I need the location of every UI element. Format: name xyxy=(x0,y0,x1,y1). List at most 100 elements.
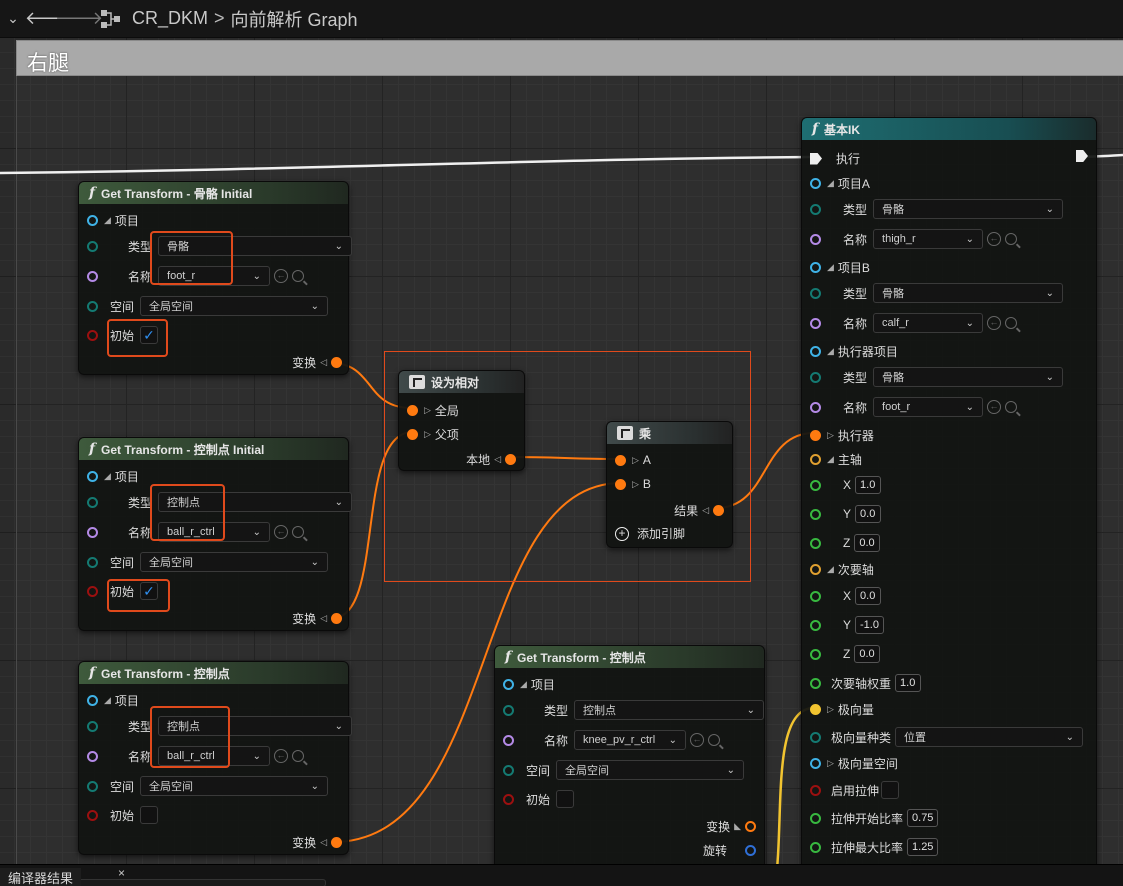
x-pin[interactable] xyxy=(810,590,821,602)
struct-pin[interactable] xyxy=(810,262,821,273)
primary-axis-pin[interactable] xyxy=(810,454,821,465)
stretch-pin[interactable] xyxy=(810,784,821,796)
pole-vector-pin[interactable] xyxy=(810,704,821,715)
node-header[interactable]: f 基本IK xyxy=(802,118,1096,140)
use-selected-icon[interactable]: ← xyxy=(987,232,1002,246)
get-transform-control-initial-node[interactable]: f Get Transform - 控制点 Initial ◢ 项目 类型 控制点 ⌄ … xyxy=(78,437,353,631)
stretch-start-field[interactable]: 0.75 xyxy=(907,809,939,827)
name-pin[interactable] xyxy=(87,526,98,538)
initial-checkbox[interactable]: ✓ xyxy=(140,326,159,344)
stretch-checkbox[interactable] xyxy=(881,781,900,799)
browse-icon[interactable] xyxy=(292,526,305,538)
parent-pin[interactable] xyxy=(407,429,418,440)
space-pin[interactable] xyxy=(87,780,98,792)
use-selected-icon[interactable]: ← xyxy=(274,525,289,539)
type-dropdown[interactable]: 控制点 ⌄ xyxy=(158,492,353,512)
browse-icon[interactable] xyxy=(292,270,305,282)
node-header[interactable]: f Get Transform - 控制点 Initial xyxy=(79,438,348,460)
struct-pin[interactable] xyxy=(503,679,514,690)
use-selected-icon[interactable]: ← xyxy=(690,733,705,747)
name-pin[interactable] xyxy=(87,750,98,762)
type-dropdown[interactable]: 骨骼 ⌄ xyxy=(158,236,353,256)
expand-icon[interactable]: ◢ xyxy=(827,178,834,189)
node-header[interactable]: 乘 xyxy=(607,422,732,444)
secondary-weight-field[interactable]: 1.0 xyxy=(895,674,922,692)
y-pin[interactable] xyxy=(810,619,821,631)
name-dropdown[interactable]: thigh_r ⌄ xyxy=(873,229,984,249)
browse-icon[interactable] xyxy=(1005,401,1018,413)
type-pin[interactable] xyxy=(87,240,98,252)
initial-pin[interactable] xyxy=(87,809,98,821)
transform-output-pin[interactable] xyxy=(331,613,342,624)
space-pin[interactable] xyxy=(503,764,514,776)
expand-icon[interactable]: ◢ xyxy=(104,471,111,482)
breadcrumb-asset[interactable]: CR_DKM xyxy=(132,8,208,29)
expand-icon[interactable]: ▷ xyxy=(424,405,431,416)
name-pin[interactable] xyxy=(810,317,821,329)
initial-pin[interactable] xyxy=(503,793,514,805)
initial-checkbox[interactable] xyxy=(140,806,159,824)
space-dropdown[interactable]: 全局空间 ⌄ xyxy=(140,776,329,796)
space-dropdown[interactable]: 全局空间 ⌄ xyxy=(140,296,329,316)
name-dropdown[interactable]: knee_pv_r_ctrl ⌄ xyxy=(574,730,687,750)
rotation-output-pin[interactable] xyxy=(745,845,756,856)
name-pin[interactable] xyxy=(810,401,821,413)
name-dropdown[interactable]: foot_r ⌄ xyxy=(873,397,984,417)
primary-y-field[interactable]: 0.0 xyxy=(855,505,882,523)
z-pin[interactable] xyxy=(810,537,821,549)
struct-pin[interactable] xyxy=(810,178,821,189)
name-dropdown[interactable]: foot_r ⌄ xyxy=(158,266,271,286)
use-selected-icon[interactable]: ← xyxy=(987,316,1002,330)
name-dropdown[interactable]: ball_r_ctrl ⌄ xyxy=(158,746,271,766)
result-output-pin[interactable] xyxy=(713,505,724,516)
initial-pin[interactable] xyxy=(87,585,98,597)
primary-z-field[interactable]: 0.0 xyxy=(854,534,881,552)
name-pin[interactable] xyxy=(87,270,98,282)
expand-icon[interactable]: ◢ xyxy=(520,679,527,690)
chevron-down-icon[interactable]: ⌄ xyxy=(0,5,26,33)
z-pin[interactable] xyxy=(810,648,821,660)
global-pin[interactable] xyxy=(407,405,418,416)
stretch-max-pin[interactable] xyxy=(810,841,821,853)
close-icon[interactable]: × xyxy=(118,866,125,880)
arrow-right-icon[interactable]: 🡒 xyxy=(55,5,103,33)
secondary-z-field[interactable]: 0.0 xyxy=(854,645,881,663)
comment-box-header[interactable]: 右腿 xyxy=(16,40,1123,76)
type-pin[interactable] xyxy=(87,720,98,732)
browse-icon[interactable] xyxy=(1005,317,1018,329)
secondary-weight-pin[interactable] xyxy=(810,677,821,689)
type-pin[interactable] xyxy=(503,704,514,716)
type-dropdown[interactable]: 骨骼 ⌄ xyxy=(873,367,1064,387)
y-pin[interactable] xyxy=(810,508,821,520)
node-header[interactable]: 设为相对 xyxy=(399,371,524,393)
type-pin[interactable] xyxy=(810,371,821,383)
expand-icon[interactable]: ◢ xyxy=(827,346,834,357)
a-pin[interactable] xyxy=(615,454,626,466)
pole-kind-dropdown[interactable]: 位置 ⌄ xyxy=(895,727,1084,747)
get-transform-knee-node[interactable]: f Get Transform - 控制点 ◢ 项目 类型 控制点 ⌄ 名称 knee_p… xyxy=(494,645,765,875)
exec-output-pin[interactable] xyxy=(1076,150,1088,162)
secondary-axis-pin[interactable] xyxy=(810,564,821,575)
space-dropdown[interactable]: 全局空间 ⌄ xyxy=(556,760,745,780)
expand-icon[interactable]: ◢ xyxy=(104,215,111,226)
pole-kind-pin[interactable] xyxy=(810,731,821,743)
use-selected-icon[interactable]: ← xyxy=(274,269,289,283)
add-pin-button[interactable]: + 添加引脚 xyxy=(615,525,685,542)
struct-pin[interactable] xyxy=(87,471,98,482)
node-header[interactable]: f Get Transform - 骨骼 Initial xyxy=(79,182,348,204)
browse-icon[interactable] xyxy=(708,734,721,746)
local-output-pin[interactable] xyxy=(505,454,516,465)
type-pin[interactable] xyxy=(810,287,821,299)
multiply-node[interactable]: 乘 ▷ A ▷ B 结果 ◁ + 添加引脚 xyxy=(606,421,733,548)
transform-output-pin[interactable] xyxy=(331,357,342,368)
expand-icon[interactable]: ◢ xyxy=(827,262,834,273)
make-relative-node[interactable]: 设为相对 ▷ 全局 ▷ 父项 本地 ◁ xyxy=(398,370,525,471)
type-dropdown[interactable]: 控制点 ⌄ xyxy=(158,716,353,736)
console-input[interactable] xyxy=(76,879,326,886)
type-dropdown[interactable]: 骨骼 ⌄ xyxy=(873,283,1064,303)
stretch-max-field[interactable]: 1.25 xyxy=(907,838,939,856)
exec-input-pin[interactable] xyxy=(810,152,822,165)
space-pin[interactable] xyxy=(87,300,98,312)
transform-output-pin[interactable] xyxy=(331,837,342,848)
use-selected-icon[interactable]: ← xyxy=(274,749,289,763)
